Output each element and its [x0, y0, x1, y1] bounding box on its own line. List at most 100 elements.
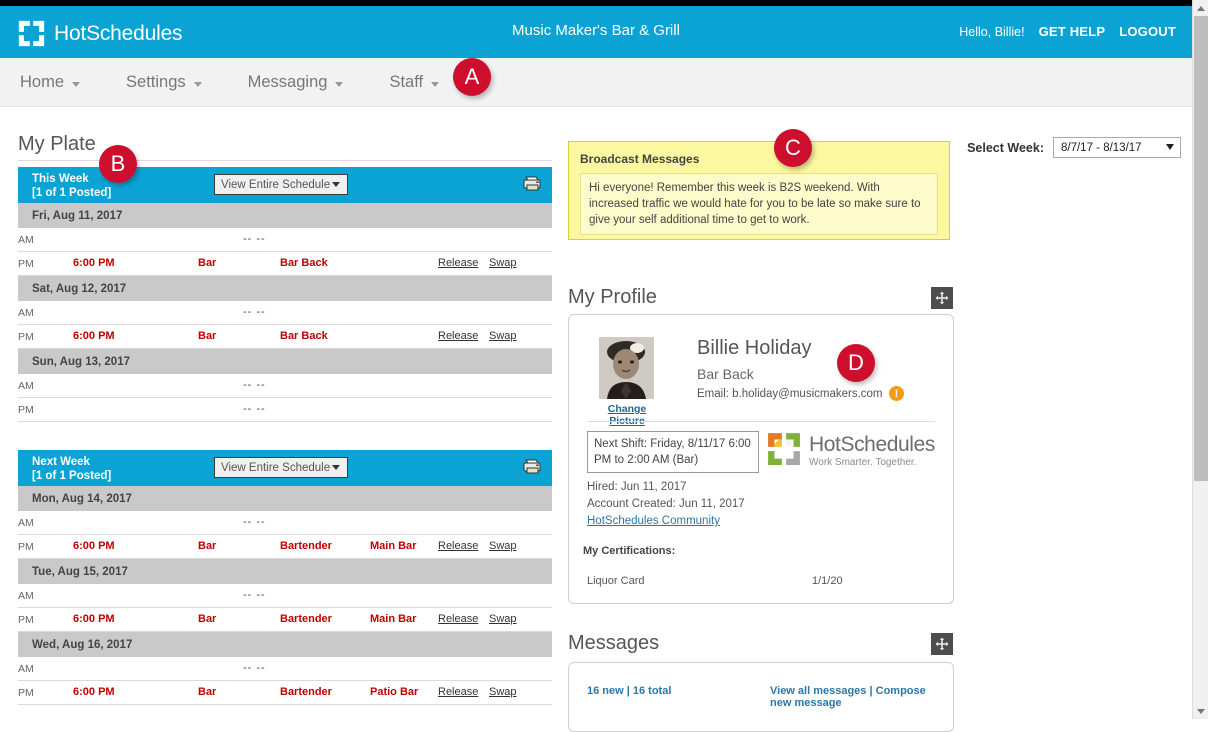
messages-header: Messages: [568, 632, 953, 655]
greeting: Hello, Billie!: [959, 25, 1025, 39]
main-navbar: Home Settings Messaging Staff: [0, 58, 1192, 107]
page-title: My Plate: [18, 133, 96, 155]
release-link[interactable]: Release: [438, 686, 478, 698]
nav-item-messaging[interactable]: Messaging: [248, 73, 344, 92]
shift-job: Bar Back: [280, 257, 328, 269]
shift-ampm: AM: [18, 380, 34, 392]
nav-items: Home Settings Messaging Staff: [0, 58, 1192, 107]
week-title-block: Next Week [1 of 1 Posted]: [32, 455, 111, 483]
chevron-down-icon: [332, 465, 340, 470]
move-handle-icon[interactable]: [931, 632, 953, 655]
nav-item-staff-label: Staff: [389, 73, 424, 91]
nav-item-home[interactable]: Home: [20, 73, 81, 92]
shift-row[interactable]: PM 6:00 PM Bar Bar Back Release Swap: [18, 325, 552, 349]
shift-schedule: Bar: [198, 686, 217, 698]
shift-row[interactable]: PM 6:00 PM Bar Bartender Patio Bar Relea…: [18, 681, 552, 705]
week-title-block: This Week [1 of 1 Posted]: [32, 172, 111, 200]
next-shift-box: Next Shift: Friday, 8/11/17 6:00 PM to 2…: [587, 431, 759, 473]
hotschedules-logo: HotSchedules Work Smarter. Together.: [767, 431, 947, 471]
scrollbar-thumb[interactable]: [1194, 16, 1208, 481]
week-header-next-week: Next Week [1 of 1 Posted] View Entire Sc…: [18, 450, 552, 486]
release-link[interactable]: Release: [438, 330, 478, 342]
shift-row[interactable]: AM -- --: [18, 584, 552, 608]
view-schedule-dropdown-next-week[interactable]: View Entire Schedule: [214, 457, 348, 478]
chevron-down-icon: [72, 82, 81, 87]
select-week-dropdown[interactable]: 8/7/17 - 8/13/17: [1053, 137, 1181, 158]
printer-icon[interactable]: [522, 175, 542, 194]
shift-ampm: AM: [18, 307, 34, 319]
certifications-title: My Certifications:: [583, 545, 676, 557]
view-schedule-dropdown-this-week[interactable]: View Entire Schedule: [214, 174, 348, 195]
shift-empty-dash: -- --: [243, 233, 266, 245]
shift-schedule: Bar: [198, 330, 217, 342]
messages-card: 16 new | 16 total View all messages | Co…: [568, 662, 954, 732]
my-profile-title: My Profile: [568, 286, 657, 308]
nav-item-settings[interactable]: Settings: [126, 73, 202, 92]
swap-link[interactable]: Swap: [489, 686, 517, 698]
shift-empty-dash: -- --: [243, 306, 266, 318]
annotation-badge-c: C: [774, 129, 812, 167]
title-divider: [18, 160, 552, 161]
shift-row[interactable]: AM -- --: [18, 511, 552, 535]
page-scrollbar[interactable]: [1192, 0, 1208, 719]
profile-account-created: Account Created: Jun 11, 2017: [587, 498, 745, 510]
swap-link[interactable]: Swap: [489, 540, 517, 552]
shift-time: 6:00 PM: [73, 540, 115, 552]
scroll-down-arrow-icon[interactable]: [1193, 703, 1208, 719]
release-link[interactable]: Release: [438, 257, 478, 269]
printer-icon[interactable]: [522, 458, 542, 477]
shift-empty-dash: -- --: [243, 662, 266, 674]
shift-location: Main Bar: [370, 540, 417, 552]
profile-email: Email: b.holiday@musicmakers.com: [697, 388, 883, 400]
header-right: Hello, Billie! GET HELP LOGOUT: [959, 24, 1176, 39]
chevron-down-icon: [1166, 144, 1174, 150]
link-separator: |: [866, 685, 876, 697]
warning-icon[interactable]: !: [889, 386, 904, 401]
certification-name: Liquor Card: [587, 575, 645, 587]
select-week-value: 8/7/17 - 8/13/17: [1061, 141, 1142, 154]
swap-link[interactable]: Swap: [489, 330, 517, 342]
change-picture-link[interactable]: Change Picture: [589, 403, 665, 427]
broadcast-title: Broadcast Messages: [580, 152, 700, 166]
shift-location: Patio Bar: [370, 686, 419, 698]
week-header-this-week: This Week [1 of 1 Posted] View Entire Sc…: [18, 167, 552, 203]
move-handle-icon[interactable]: [931, 286, 953, 309]
nav-item-staff[interactable]: Staff: [389, 73, 440, 92]
shift-row[interactable]: AM -- --: [18, 228, 552, 252]
shift-ampm: AM: [18, 590, 34, 602]
shift-row[interactable]: AM -- --: [18, 657, 552, 681]
nav-item-home-label: Home: [20, 73, 65, 91]
messages-title: Messages: [568, 632, 660, 654]
shift-row[interactable]: PM 6:00 PM Bar Bartender Main Bar Releas…: [18, 608, 552, 632]
shift-row[interactable]: AM -- --: [18, 374, 552, 398]
shift-row[interactable]: AM -- --: [18, 301, 552, 325]
annotation-badge-a: A: [453, 58, 491, 96]
chevron-down-icon: [332, 182, 340, 187]
messages-counts[interactable]: 16 new | 16 total: [587, 685, 671, 697]
broadcast-messages-panel: Broadcast Messages Hi everyone! Remember…: [568, 141, 950, 240]
view-all-messages-link[interactable]: View all messages: [770, 685, 866, 697]
swap-link[interactable]: Swap: [489, 613, 517, 625]
logout-link[interactable]: LOGOUT: [1119, 24, 1176, 39]
day-header: Sun, Aug 13, 2017: [18, 349, 552, 374]
hotschedules-community-link[interactable]: HotSchedules Community: [587, 513, 745, 530]
shift-empty-dash: -- --: [243, 516, 266, 528]
shift-job: Bar Back: [280, 330, 328, 342]
release-link[interactable]: Release: [438, 540, 478, 552]
shift-schedule: Bar: [198, 613, 217, 625]
my-profile-header: My Profile: [568, 286, 953, 309]
get-help-link[interactable]: GET HELP: [1039, 24, 1106, 39]
shift-ampm: PM: [18, 687, 34, 699]
release-link[interactable]: Release: [438, 613, 478, 625]
broadcast-body: Hi everyone! Remember this week is B2S w…: [580, 173, 938, 235]
shift-job: Bartender: [280, 613, 332, 625]
shift-empty-dash: -- --: [243, 589, 266, 601]
swap-link[interactable]: Swap: [489, 257, 517, 269]
shift-row[interactable]: PM -- --: [18, 398, 552, 422]
my-profile-card: Change Picture Billie Holiday Bar Back E…: [568, 314, 954, 604]
shift-row[interactable]: PM 6:00 PM Bar Bar Back Release Swap: [18, 252, 552, 276]
scroll-up-arrow-icon[interactable]: [1193, 0, 1208, 16]
user-avatar-photo: [599, 337, 654, 399]
shift-row[interactable]: PM 6:00 PM Bar Bartender Main Bar Releas…: [18, 535, 552, 559]
profile-name: Billie Holiday: [697, 337, 812, 359]
